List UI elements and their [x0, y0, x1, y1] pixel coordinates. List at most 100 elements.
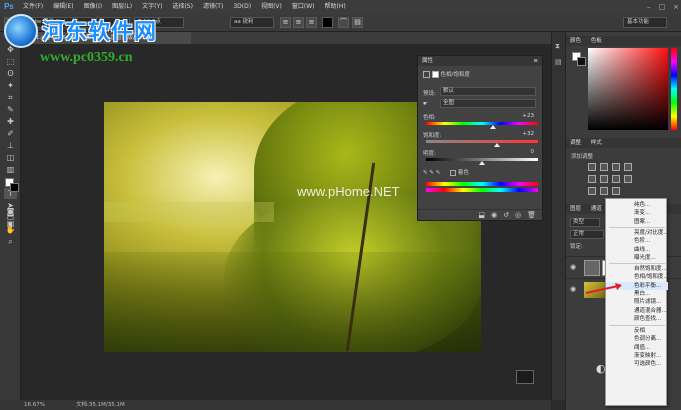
visibility-icon[interactable]: ◎	[515, 210, 521, 220]
eyedropper-plus-icon[interactable]: ✎	[429, 170, 434, 176]
curves-adj-icon[interactable]	[612, 163, 620, 171]
tab-adjustments[interactable]: 调整	[566, 140, 585, 146]
view-previous-icon[interactable]: ◉	[491, 210, 497, 220]
align-right-icon[interactable]: ≡	[306, 17, 317, 28]
lightness-slider-thumb[interactable]	[479, 161, 485, 165]
menu-item-photo-filter[interactable]: 照片滤镜...	[606, 298, 668, 306]
menu-item-gradient-map[interactable]: 渐变映射...	[606, 352, 668, 360]
stamp-tool-icon[interactable]: ⊥	[4, 140, 17, 151]
saturation-slider[interactable]	[426, 140, 538, 147]
anti-alias-select[interactable]: aa 锐利	[230, 17, 274, 28]
clip-to-layer-icon[interactable]: ⬓	[478, 210, 485, 220]
tab-channels[interactable]: 通道	[587, 206, 606, 212]
reset-icon[interactable]: ↺	[503, 210, 509, 220]
menu-edit[interactable]: 编辑(E)	[48, 0, 78, 14]
text-color-swatch[interactable]	[322, 17, 333, 28]
menu-file[interactable]: 文件(F)	[18, 0, 48, 14]
properties-dock-icon[interactable]: ▤	[555, 58, 562, 66]
zoom-level[interactable]: 16.67%	[24, 400, 45, 410]
menu-item-hue-sat[interactable]: 色相/饱和度...	[606, 273, 669, 281]
color-picker-field[interactable]	[588, 48, 668, 130]
menu-view[interactable]: 视图(V)	[256, 0, 287, 14]
saturation-value[interactable]: +32	[522, 131, 534, 137]
mask-icon[interactable]	[431, 71, 439, 78]
hue-value[interactable]: +23	[522, 113, 534, 119]
hue-sat-adj-icon[interactable]	[600, 175, 608, 183]
menu-item-exposure[interactable]: 曝光度...	[606, 254, 668, 262]
panel-menu-icon[interactable]: ≡	[533, 56, 538, 66]
gradient-tool-icon[interactable]: ▥	[4, 164, 17, 175]
hue-slider[interactable]	[426, 122, 538, 129]
menu-item-vibrance[interactable]: 自然饱和度...	[606, 265, 668, 273]
menu-item-invert[interactable]: 反相	[606, 327, 668, 335]
exposure-adj-icon[interactable]	[624, 163, 632, 171]
menu-item-threshold[interactable]: 阈值...	[606, 344, 668, 352]
menu-item-posterize[interactable]: 色调分离...	[606, 335, 668, 343]
align-left-icon[interactable]: ≡	[280, 17, 291, 28]
visibility-eye-icon[interactable]: ◉	[570, 263, 576, 271]
menu-item-solid-color[interactable]: 纯色...	[606, 201, 668, 209]
saturation-slider-thumb[interactable]	[493, 143, 500, 147]
zoom-tool-icon[interactable]: ⌕	[4, 236, 17, 247]
menu-item-gradient[interactable]: 渐变...	[606, 209, 668, 217]
brightness-adj-icon[interactable]	[588, 163, 596, 171]
align-center-icon[interactable]: ≡	[293, 17, 304, 28]
menu-image[interactable]: 图像(I)	[79, 0, 107, 14]
preset-select[interactable]: 默认	[440, 87, 536, 96]
healing-tool-icon[interactable]: ✚	[4, 116, 17, 127]
hand-adjust-icon[interactable]: ☛	[423, 101, 428, 107]
tab-color[interactable]: 颜色	[566, 38, 585, 44]
menu-item-selective-color[interactable]: 可选颜色...	[606, 360, 668, 368]
menu-window[interactable]: 窗口(W)	[287, 0, 320, 14]
lightness-slider[interactable]	[426, 158, 538, 165]
background-color-swatch[interactable]	[10, 183, 19, 192]
hue-slider-thumb[interactable]	[490, 125, 497, 129]
menu-item-brightness[interactable]: 亮度/对比度...	[606, 229, 669, 237]
close-button[interactable]: ×	[673, 0, 679, 14]
menu-item-curves[interactable]: 曲线...	[606, 246, 668, 254]
screen-mode-icon[interactable]: ▣	[4, 218, 17, 229]
eyedropper-minus-icon[interactable]: ✎	[436, 170, 441, 176]
posterize-adj-icon[interactable]	[600, 187, 608, 195]
history-icon[interactable]: ⧗	[555, 42, 560, 51]
delete-icon[interactable]: 🗑	[527, 210, 536, 220]
minimize-button[interactable]: –	[647, 0, 651, 14]
document-info[interactable]: 文档:35.1M/35.1M	[76, 400, 125, 410]
maximize-button[interactable]: □	[659, 0, 666, 14]
levels-adj-icon[interactable]	[600, 163, 608, 171]
visibility-eye-icon[interactable]: ◉	[570, 285, 576, 293]
eyedropper-tool-icon[interactable]: ✎	[4, 104, 17, 115]
crop-tool-icon[interactable]: ⌗	[4, 92, 17, 103]
menu-item-color-lookup[interactable]: 颜色查找...	[606, 315, 668, 323]
eraser-tool-icon[interactable]: ◫	[4, 152, 17, 163]
blend-mode-select[interactable]: 正常	[570, 230, 604, 239]
layer-kind-filter[interactable]: 类型	[570, 218, 600, 227]
char-panel-icon[interactable]: ▤	[352, 17, 363, 28]
tab-layers[interactable]: 图层	[566, 206, 585, 212]
color-balance-adj-icon[interactable]	[612, 175, 620, 183]
brush-tool-icon[interactable]: ✐	[4, 128, 17, 139]
menu-item-levels[interactable]: 色阶...	[606, 237, 668, 245]
menu-type[interactable]: 文字(Y)	[137, 0, 167, 14]
vibrance-adj-icon[interactable]	[588, 175, 596, 183]
magic-wand-tool-icon[interactable]: ✦	[4, 80, 17, 91]
tab-styles[interactable]: 样式	[587, 140, 606, 146]
quick-mask-mode-icon[interactable]: ◙	[4, 206, 17, 217]
lasso-tool-icon[interactable]: ʘ	[4, 68, 17, 79]
workspace-select[interactable]: 基本功能	[623, 17, 667, 28]
menu-layer[interactable]: 图层(L)	[107, 0, 137, 14]
bw-adj-icon[interactable]	[624, 175, 632, 183]
menu-item-pattern[interactable]: 图案...	[606, 218, 668, 226]
hue-range-bar-bottom[interactable]	[426, 188, 538, 192]
menu-select[interactable]: 选择(S)	[167, 0, 198, 14]
threshold-adj-icon[interactable]	[612, 187, 620, 195]
channel-select[interactable]: 全图	[440, 99, 536, 108]
menu-help[interactable]: 帮助(H)	[320, 0, 351, 14]
menu-item-channel-mixer[interactable]: 通道混合器...	[606, 307, 668, 315]
marquee-tool-icon[interactable]: ⬚	[4, 56, 17, 67]
invert-adj-icon[interactable]	[588, 187, 596, 195]
eyedropper-icon[interactable]: ✎	[423, 170, 428, 176]
menu-filter[interactable]: 滤镜(T)	[198, 0, 228, 14]
lightness-value[interactable]: 0	[531, 149, 535, 155]
warp-text-icon[interactable]: ⌒	[338, 17, 349, 28]
